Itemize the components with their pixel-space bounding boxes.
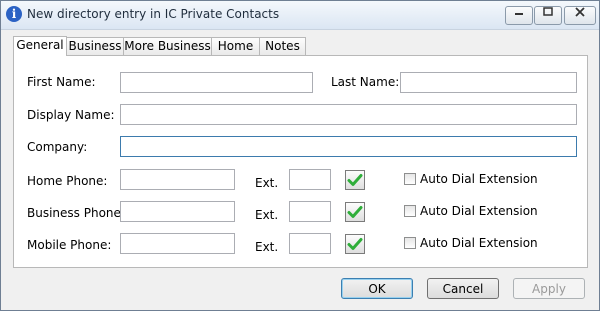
home-auto-dial-label: Auto Dial Extension (420, 172, 538, 186)
business-auto-dial-checkbox[interactable] (404, 205, 416, 217)
general-tab-panel: First Name: Last Name: Display Name: Com… (13, 55, 588, 268)
title-bar: i New directory entry in IC Private Cont… (1, 1, 599, 30)
info-icon: i (6, 6, 22, 22)
home-phone-validate-button[interactable] (345, 170, 365, 190)
business-phone-validate-button[interactable] (345, 202, 365, 222)
first-name-label: First Name: (27, 75, 96, 89)
business-phone-label: Business Phone: (27, 206, 125, 220)
maximize-button[interactable] (534, 6, 562, 25)
mobile-phone-label: Mobile Phone: (27, 238, 112, 252)
company-label: Company: (27, 140, 88, 154)
display-name-label: Display Name: (27, 108, 115, 122)
business-ext-input[interactable] (289, 201, 331, 222)
mobile-auto-dial-checkbox[interactable] (404, 237, 416, 249)
checkmark-icon (347, 238, 363, 250)
mobile-phone-validate-button[interactable] (345, 234, 365, 254)
last-name-input[interactable] (400, 72, 577, 93)
company-input[interactable] (120, 136, 577, 157)
minimize-button[interactable] (505, 6, 533, 25)
checkmark-icon (347, 174, 363, 186)
home-ext-input[interactable] (289, 169, 331, 190)
business-phone-input[interactable] (120, 201, 235, 222)
tab-more-business[interactable]: More Business (123, 37, 212, 55)
checkmark-icon (347, 206, 363, 218)
mobile-ext-label: Ext. (255, 240, 279, 254)
mobile-phone-input[interactable] (120, 233, 235, 254)
tab-home[interactable]: Home (211, 37, 260, 55)
close-icon (575, 7, 585, 17)
window-title: New directory entry in IC Private Contac… (27, 7, 280, 21)
home-ext-label: Ext. (255, 176, 279, 190)
display-name-input[interactable] (120, 104, 577, 125)
maximize-icon (543, 7, 553, 16)
cancel-button[interactable]: Cancel (427, 278, 499, 299)
home-phone-input[interactable] (120, 169, 235, 190)
mobile-auto-dial-label: Auto Dial Extension (420, 236, 538, 250)
dialog-window: i New directory entry in IC Private Cont… (0, 0, 600, 311)
mobile-ext-input[interactable] (289, 233, 331, 254)
close-button[interactable] (564, 6, 596, 25)
tab-general[interactable]: General (13, 36, 67, 56)
apply-button[interactable]: Apply (513, 278, 585, 299)
home-auto-dial-checkbox[interactable] (404, 173, 416, 185)
business-auto-dial-label: Auto Dial Extension (420, 204, 538, 218)
home-phone-label: Home Phone: (27, 174, 108, 188)
first-name-input[interactable] (120, 72, 313, 93)
tab-notes[interactable]: Notes (259, 37, 306, 55)
ok-button[interactable]: OK (341, 278, 413, 299)
last-name-label: Last Name: (331, 75, 400, 89)
minimize-icon (515, 13, 523, 15)
business-ext-label: Ext. (255, 208, 279, 222)
tab-business[interactable]: Business (66, 37, 124, 55)
